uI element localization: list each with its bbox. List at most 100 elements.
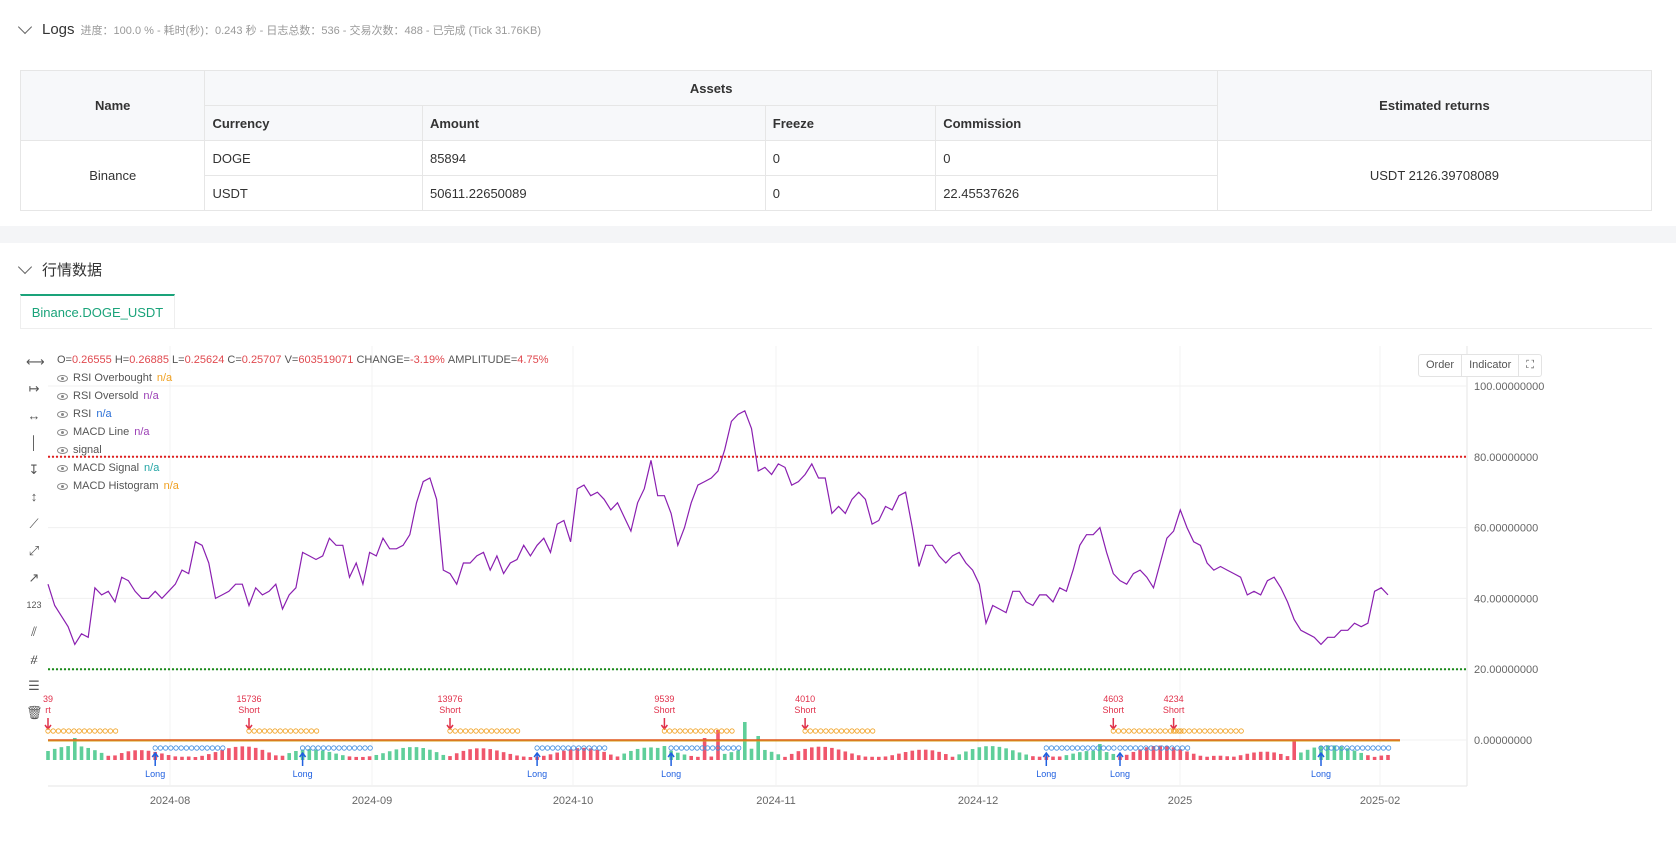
macd-histogram-bar (475, 748, 479, 760)
legend-signal[interactable]: signal (57, 441, 549, 459)
series-name: RSI Overbought (73, 372, 152, 384)
legend-rsi-overbought[interactable]: RSI Overbought n/a (57, 369, 549, 387)
eye-icon[interactable] (57, 464, 68, 472)
macd-histogram-bar (749, 748, 754, 760)
macd-histogram-bar (119, 753, 124, 760)
tab-doge-usdt[interactable]: Binance.DOGE_USDT (20, 294, 175, 328)
order-button[interactable]: Order (1419, 355, 1463, 376)
macd-histogram-bar (408, 747, 412, 760)
stop-marker (1223, 728, 1229, 734)
macd-histogram-bar (923, 749, 928, 760)
ray-line-icon[interactable]: ⤢ (26, 543, 42, 559)
vertical-ray-icon[interactable]: ↧ (26, 462, 42, 478)
eye-icon[interactable] (57, 374, 68, 382)
macd-histogram-bar (836, 749, 841, 760)
short-arrow-icon (660, 718, 668, 731)
arrow-line-icon[interactable]: ↗ (26, 570, 42, 586)
macd-histogram-bar (528, 756, 533, 760)
stop-marker (331, 745, 337, 751)
macd-histogram-bar (1299, 752, 1303, 760)
stop-marker (550, 745, 556, 751)
macd-histogram-bar (1366, 755, 1370, 760)
stop-marker (1121, 728, 1127, 734)
macd-histogram-bar (1037, 756, 1042, 760)
stop-marker (818, 728, 824, 734)
trade-amount-label: 9539 (654, 694, 674, 704)
eye-icon[interactable] (57, 410, 68, 418)
macd-histogram-bar (347, 756, 352, 760)
chart-top-buttons: Order Indicator ⛶ (1417, 354, 1542, 377)
legend-macd-signal[interactable]: MACD Signal n/a (57, 459, 549, 477)
stop-marker (1360, 745, 1366, 751)
macd-histogram-bar (220, 750, 224, 760)
macd-histogram-bar (1078, 752, 1082, 760)
macd-histogram-bar (883, 756, 888, 760)
horizontal-line-icon[interactable]: ⟷ (26, 354, 45, 370)
horizontal-ray-icon[interactable]: ↦ (26, 381, 42, 397)
stop-marker (157, 745, 163, 751)
chevron-down-icon[interactable] (17, 259, 33, 275)
y-tick-label: 0.00000000 (1474, 735, 1532, 747)
long-arrow-icon (299, 751, 307, 766)
price-label-icon[interactable]: 123 (26, 597, 42, 613)
v-label: V= (284, 354, 299, 366)
indicator-button[interactable]: Indicator (1462, 355, 1520, 376)
legend-macd-histogram[interactable]: MACD Histogram n/a (57, 477, 549, 495)
long-arrow-icon (1317, 751, 1325, 766)
stop-marker (1136, 728, 1142, 734)
stop-marker (299, 745, 306, 751)
vertical-line-icon[interactable]: │ (26, 435, 42, 451)
short-arrow-icon (801, 718, 809, 731)
stop-marker (668, 745, 674, 751)
eye-icon[interactable] (57, 446, 68, 454)
chevron-down-icon[interactable] (17, 19, 33, 34)
macd-histogram-bar (1359, 752, 1363, 760)
macd-histogram-bar (816, 746, 821, 760)
trend-line-icon[interactable]: ⟋ (26, 516, 42, 532)
trade-amount-label: 13976 (437, 694, 462, 704)
fullscreen-icon[interactable]: ⛶ (1519, 355, 1541, 376)
stop-marker (468, 728, 474, 734)
amount-cell: 85894 (421, 140, 766, 176)
stop-marker (1152, 728, 1158, 734)
macd-histogram-bar (944, 754, 948, 760)
stop-marker (720, 745, 726, 751)
macd-histogram-bar (240, 746, 245, 760)
freeze-cell: 0 (764, 175, 937, 211)
macd-histogram-bar (374, 754, 379, 760)
macd-histogram-bar (803, 748, 807, 760)
trash-icon[interactable]: 🗑 (26, 705, 43, 721)
parallel-lines-icon[interactable]: ⫽ (26, 624, 42, 640)
legend-rsi-oversold[interactable]: RSI Oversold n/a (57, 387, 549, 405)
vertical-segment-icon[interactable]: ↕ (26, 489, 42, 505)
legend-macd-line[interactable]: MACD Line n/a (57, 423, 549, 441)
macd-histogram-bar (213, 752, 218, 760)
horizontal-segment-icon[interactable]: ↔ (26, 408, 42, 424)
stop-marker (346, 745, 352, 751)
stop-marker (336, 745, 342, 751)
stop-marker (729, 728, 735, 734)
eye-icon[interactable] (57, 428, 68, 436)
stop-marker (539, 745, 545, 751)
legend-rsi[interactable]: RSI n/a (57, 405, 549, 423)
stop-marker (666, 728, 673, 734)
series-value: n/a (143, 390, 159, 402)
c-label: C= (227, 354, 242, 366)
fibonacci-icon[interactable]: ☰ (26, 678, 42, 694)
macd-histogram-bar (810, 747, 814, 760)
stop-marker (870, 728, 876, 734)
eye-icon[interactable] (57, 392, 68, 400)
channel-icon[interactable]: ⧣ (26, 651, 42, 667)
chart-area[interactable]: 100.00000000 80.00000000 60.00000000 40.000… (20, 346, 1652, 846)
macd-histogram-bar (495, 750, 499, 760)
logs-header[interactable]: Logs 进度：100.0 % - 耗时(秒)：0.243 秒 - 日志总数：5… (17, 19, 541, 38)
eye-icon[interactable] (57, 482, 68, 490)
macd-histogram-bar (789, 753, 794, 760)
macd-histogram-bar (796, 751, 801, 760)
macd-histogram-bar (1258, 751, 1263, 760)
stop-marker (1202, 728, 1208, 734)
logs-panel: Logs 进度：100.0 % - 耗时(秒)：0.243 秒 - 日志总数：5… (0, 0, 1676, 226)
market-header[interactable]: 行情数据 (17, 259, 102, 280)
stop-marker (1141, 728, 1148, 734)
x-tick-label: 2024-08 (150, 795, 190, 807)
